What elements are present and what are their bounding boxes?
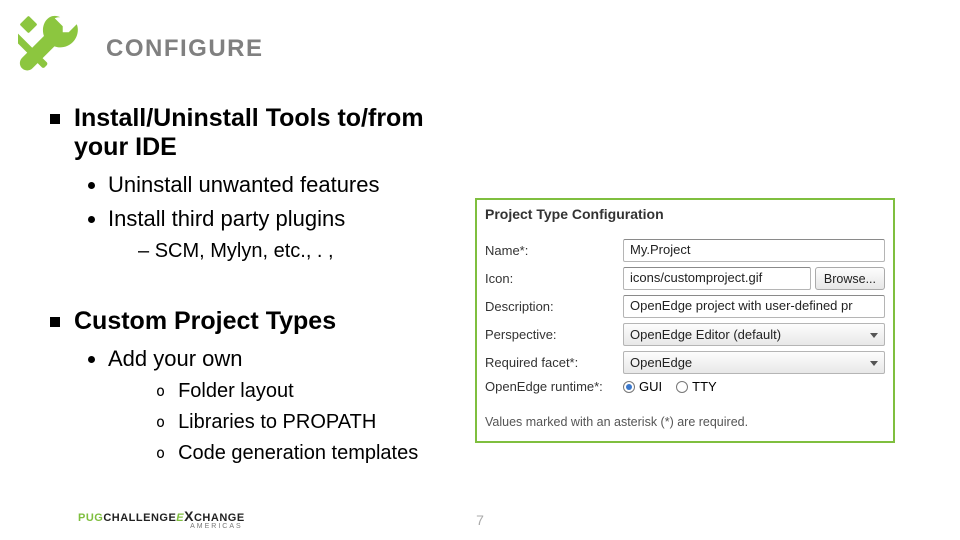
label-runtime: OpenEdge runtime*: [485, 379, 623, 394]
label-name: Name*: [485, 243, 623, 258]
label-icon: Icon: [485, 271, 623, 286]
label-required-facet: Required facet*: [485, 355, 623, 370]
project-type-configuration-panel: Project Type Configuration Name*: My.Pro… [475, 198, 895, 443]
subbullet-libraries: Libraries to PROPATH [156, 411, 480, 434]
browse-button[interactable]: Browse... [815, 267, 885, 290]
subbullet-folder: Folder layout [156, 380, 480, 403]
required-facet-dropdown[interactable]: OpenEdge [623, 351, 885, 374]
bullet-add-own: Add your own [108, 346, 480, 372]
runtime-radio-tty[interactable]: TTY [676, 379, 717, 394]
required-note: Values marked with an asterisk (*) are r… [477, 405, 893, 441]
section-1-title: Install/Uninstall Tools to/from your IDE [74, 104, 480, 162]
icon-field[interactable]: icons/customproject.gif [623, 267, 811, 290]
bullet-uninstall: Uninstall unwanted features [108, 172, 480, 198]
page-title: CONFIGURE [106, 35, 264, 63]
panel-title: Project Type Configuration [485, 206, 664, 222]
footer-logo: PUGCHALLENGEEXCHANGE AMERICAS [78, 508, 245, 530]
description-field[interactable]: OpenEdge project with user-defined pr [623, 295, 885, 318]
label-description: Description: [485, 299, 623, 314]
subbullet-scm: SCM, Mylyn, etc., . , [138, 240, 480, 263]
subbullet-codegen: Code generation templates [156, 442, 480, 465]
radio-selected-icon [623, 381, 635, 393]
section-2-title: Custom Project Types [74, 307, 336, 336]
radio-unselected-icon [676, 381, 688, 393]
perspective-dropdown[interactable]: OpenEdge Editor (default) [623, 323, 885, 346]
label-perspective: Perspective: [485, 327, 623, 342]
name-field[interactable]: My.Project [623, 239, 885, 262]
square-bullet-icon [50, 114, 60, 124]
runtime-radio-gui[interactable]: GUI [623, 379, 662, 394]
square-bullet-icon [50, 317, 60, 327]
content-outline: Install/Uninstall Tools to/from your IDE… [50, 104, 480, 473]
bullet-install-plugins: Install third party plugins [108, 206, 480, 232]
tools-icon [18, 14, 88, 84]
